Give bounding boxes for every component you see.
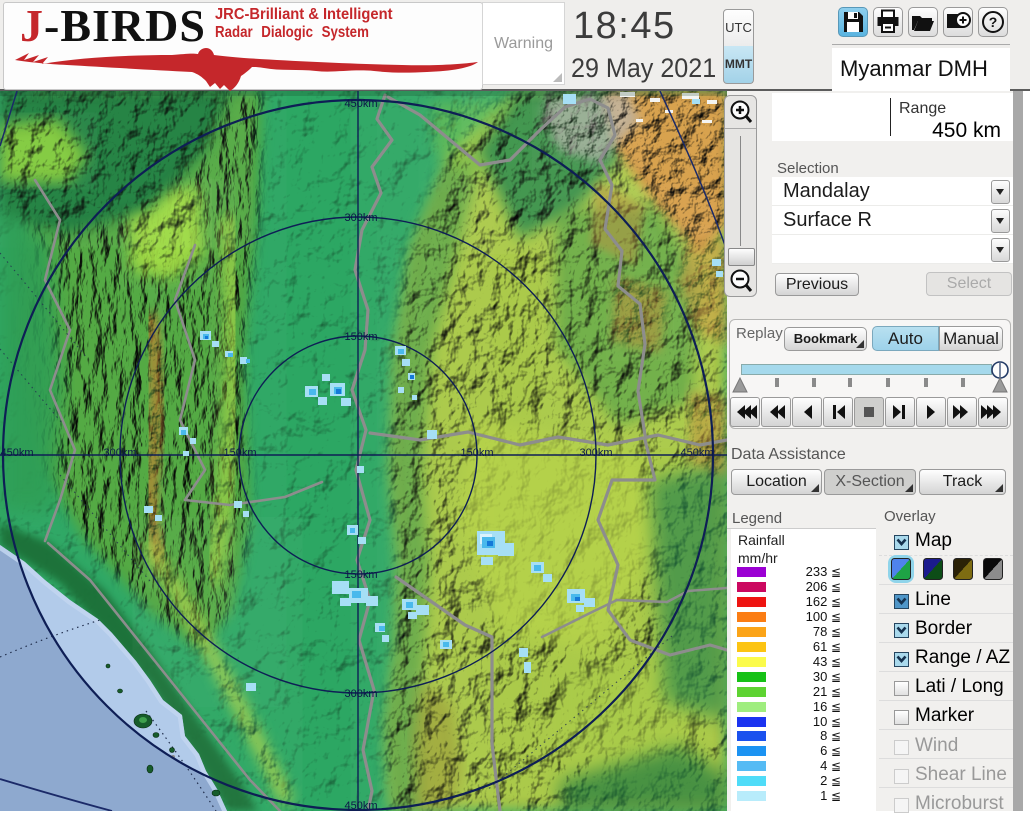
svg-text:300km: 300km [344, 212, 377, 224]
svg-text:?: ? [989, 14, 998, 30]
svg-text:450km: 450km [0, 447, 33, 459]
svg-text:150km: 150km [344, 331, 377, 343]
svg-text:450km: 450km [680, 447, 713, 459]
svg-text:450km: 450km [344, 800, 377, 811]
svg-text:300km: 300km [344, 688, 377, 700]
svg-text:450km: 450km [344, 98, 377, 110]
svg-text:150km: 150km [460, 447, 493, 459]
svg-text:300km: 300km [103, 447, 136, 459]
svg-text:300km: 300km [579, 447, 612, 459]
svg-text:150km: 150km [344, 569, 377, 581]
svg-text:150km: 150km [223, 447, 256, 459]
